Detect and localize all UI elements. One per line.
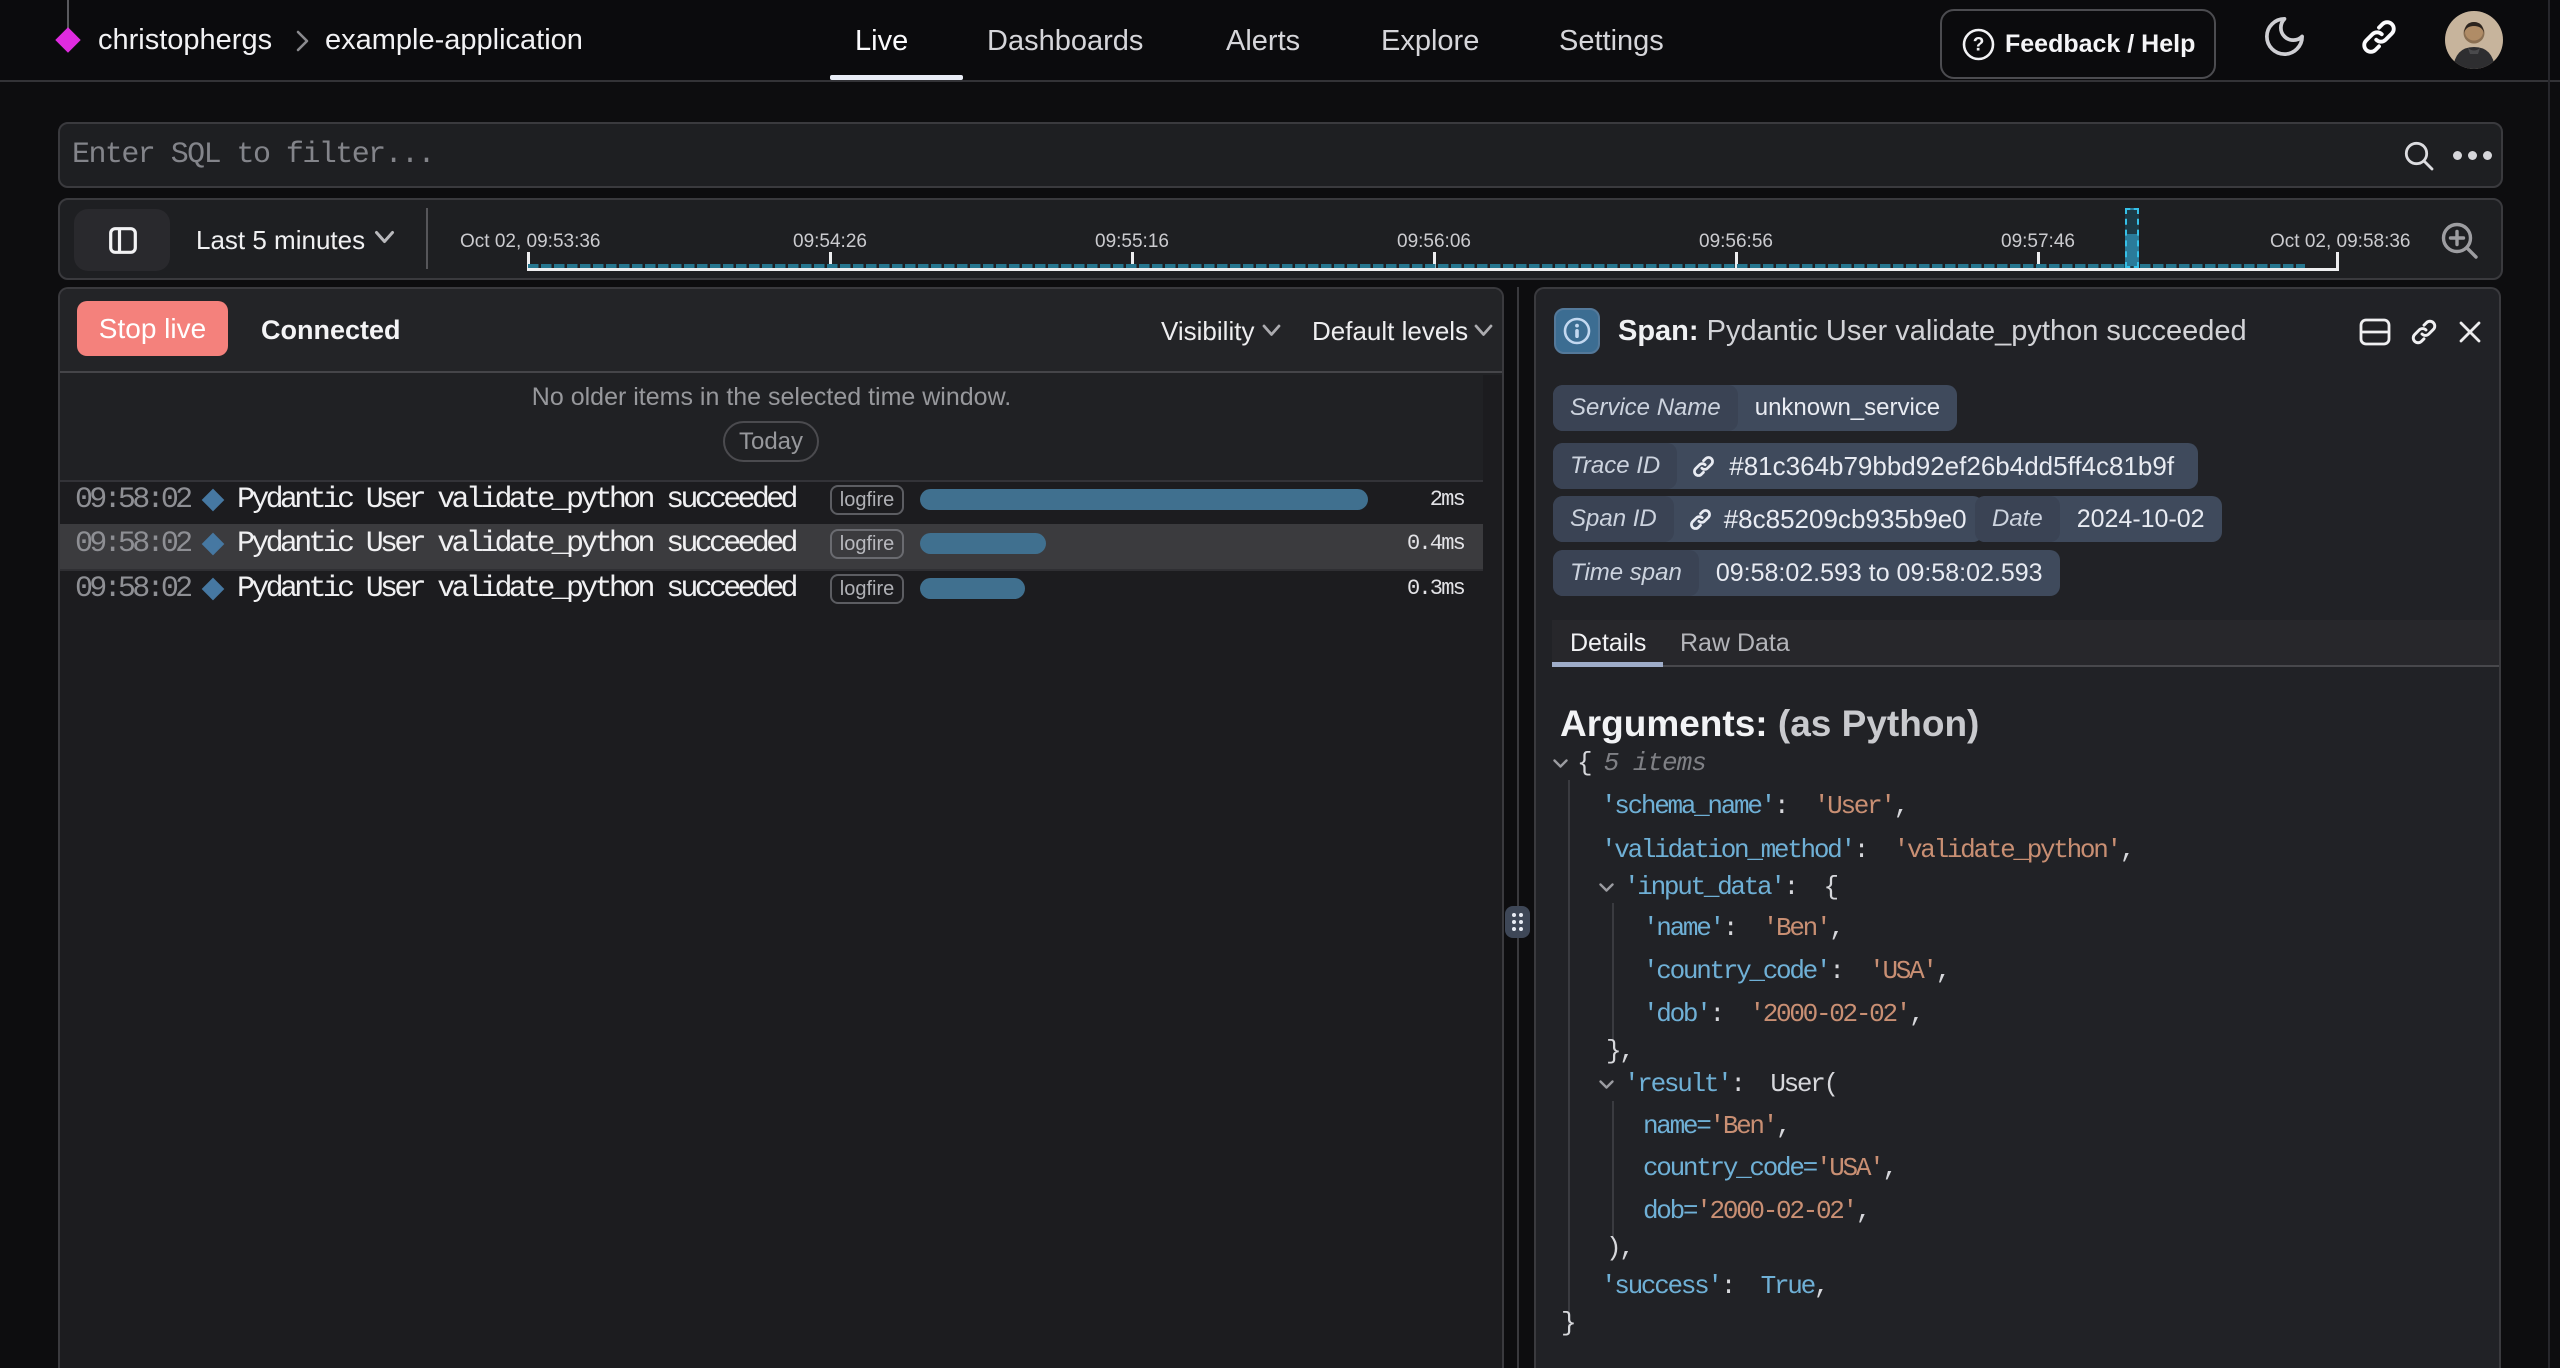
svg-text:?: ?: [1973, 35, 1985, 56]
